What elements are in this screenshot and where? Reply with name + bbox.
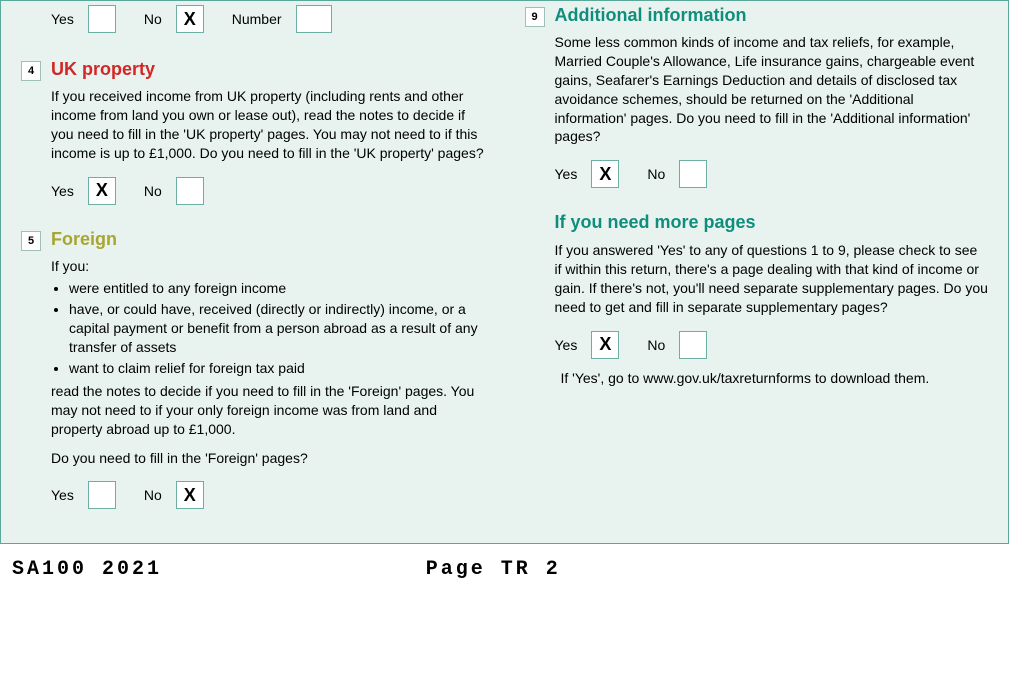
page-number: Page TR 2: [426, 558, 997, 581]
top-yesno-row: Yes No X Number: [51, 5, 485, 33]
foreign-no-checkbox[interactable]: X: [176, 481, 204, 509]
top-yes-checkbox[interactable]: [88, 5, 116, 33]
foreign-after: read the notes to decide if you need to …: [51, 383, 474, 437]
top-yes-label: Yes: [51, 11, 74, 27]
mp-no-label: No: [647, 337, 665, 353]
more-pages-body: If you answered 'Yes' to any of question…: [555, 241, 989, 317]
more-pages-note: If 'Yes', go to www.gov.uk/taxreturnform…: [561, 369, 989, 388]
mp-yes-label: Yes: [555, 337, 578, 353]
add-yes-label: Yes: [555, 166, 578, 182]
top-number-label: Number: [232, 11, 282, 27]
add-yes-checkbox[interactable]: X: [591, 160, 619, 188]
foreign-no-label: No: [144, 487, 162, 503]
right-column: 9 Additional information Some less commo…: [505, 5, 1009, 533]
add-no-label: No: [647, 166, 665, 182]
more-pages-yesno: Yes X No: [555, 331, 989, 359]
section-number-5: 5: [21, 231, 41, 251]
section-title-foreign: Foreign: [51, 229, 117, 250]
foreign-yes-checkbox[interactable]: [88, 481, 116, 509]
uk-property-body: If you received income from UK property …: [51, 87, 485, 163]
top-no-label: No: [144, 11, 162, 27]
page-footer: SA100 2021 Page TR 2: [0, 544, 1009, 587]
ukp-no-checkbox[interactable]: [176, 177, 204, 205]
foreign-body: If you: were entitled to any foreign inc…: [51, 257, 485, 468]
section-number-4: 4: [21, 61, 41, 81]
ukp-no-label: No: [144, 183, 162, 199]
top-no-checkbox[interactable]: X: [176, 5, 204, 33]
section-number-9: 9: [525, 7, 545, 27]
more-pages-title: If you need more pages: [555, 212, 989, 233]
section-more-pages: If you need more pages If you answered '…: [525, 212, 989, 387]
add-no-checkbox[interactable]: [679, 160, 707, 188]
left-column: Yes No X Number 4 UK property If you rec…: [1, 5, 505, 533]
foreign-bullet-1: were entitled to any foreign income: [69, 279, 485, 298]
form-code: SA100 2021: [12, 558, 426, 581]
section-additional-info: 9 Additional information Some less commo…: [525, 5, 989, 188]
additional-body: Some less common kinds of income and tax…: [555, 33, 989, 146]
additional-yesno: Yes X No: [555, 160, 989, 188]
uk-property-yesno: Yes X No: [51, 177, 485, 205]
foreign-question: Do you need to fill in the 'Foreign' pag…: [51, 450, 308, 466]
mp-no-checkbox[interactable]: [679, 331, 707, 359]
foreign-intro: If you:: [51, 258, 89, 274]
ukp-yes-checkbox[interactable]: X: [88, 177, 116, 205]
ukp-yes-label: Yes: [51, 183, 74, 199]
foreign-bullet-3: want to claim relief for foreign tax pai…: [69, 359, 485, 378]
section-title-additional: Additional information: [555, 5, 747, 26]
foreign-bullet-2: have, or could have, received (directly …: [69, 300, 485, 357]
foreign-yes-label: Yes: [51, 487, 74, 503]
foreign-yesno: Yes No X: [51, 481, 485, 509]
top-number-input[interactable]: [296, 5, 332, 33]
form-panel: Yes No X Number 4 UK property If you rec…: [0, 0, 1009, 544]
section-foreign: 5 Foreign If you: were entitled to any f…: [21, 229, 485, 510]
mp-yes-checkbox[interactable]: X: [591, 331, 619, 359]
section-title-uk-property: UK property: [51, 59, 155, 80]
foreign-bullets: were entitled to any foreign income have…: [51, 279, 485, 377]
section-uk-property: 4 UK property If you received income fro…: [21, 59, 485, 205]
